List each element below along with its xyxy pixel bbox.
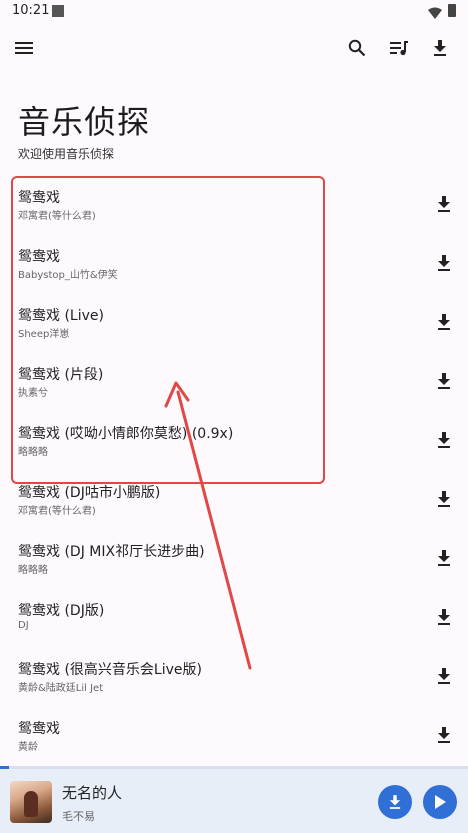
song-list: 鸳鸯戏 邓寓君(等什么君) 鸳鸯戏 Babystop_山竹&伊笑 鸳鸯戏 (Li… — [0, 175, 468, 765]
download-icon[interactable] — [434, 665, 454, 687]
player-download-button[interactable] — [378, 785, 412, 819]
song-title: 鸳鸯戏 (DJ咕市小鹏版) — [18, 485, 161, 501]
song-title: 鸳鸯戏 (DJ版) — [18, 603, 105, 619]
status-bar: 10:21 — [0, 0, 468, 24]
mini-player[interactable]: 无名的人 毛不易 — [0, 766, 468, 833]
song-item[interactable]: 鸳鸯戏 (DJ MIX祁厅长进步曲) 略略略 — [0, 529, 468, 588]
song-item[interactable]: 鸳鸯戏 (很高兴音乐会Live版) 黄龄&陆政廷Lil Jet — [0, 647, 468, 706]
song-title: 鸳鸯戏 (很高兴音乐会Live版) — [18, 662, 202, 678]
now-playing-artist: 毛不易 — [62, 810, 95, 823]
download-icon[interactable] — [434, 370, 454, 392]
song-artist: 邓寓君(等什么君) — [18, 211, 96, 222]
wifi-icon — [428, 4, 442, 23]
song-artist: DJ — [18, 620, 29, 631]
battery-icon — [448, 4, 456, 17]
page-subtitle: 欢迎使用音乐侦探 — [18, 147, 115, 161]
song-item[interactable]: 鸳鸯戏 黄龄 — [0, 706, 468, 765]
playlist-icon[interactable] — [385, 34, 413, 62]
download-icon[interactable] — [434, 429, 454, 451]
song-title: 鸳鸯戏 (哎呦小情郎你莫愁) (0.9x) — [18, 426, 234, 442]
menu-icon[interactable] — [10, 34, 38, 62]
download-icon — [389, 795, 401, 809]
song-artist: 黄龄&陆政廷Lil Jet — [18, 683, 104, 694]
song-artist: Sheep洋崽 — [18, 329, 70, 340]
song-artist: 略略略 — [18, 447, 48, 458]
song-item[interactable]: 鸳鸯戏 (DJ咕市小鹏版) 邓寓君(等什么君) — [0, 470, 468, 529]
song-artist: 黄龄 — [18, 742, 38, 753]
play-icon — [435, 795, 446, 809]
song-artist: 邓寓君(等什么君) — [18, 506, 96, 517]
status-time: 10:21 — [12, 3, 50, 18]
download-icon[interactable] — [434, 547, 454, 569]
song-title: 鸳鸯戏 (片段) — [18, 367, 104, 383]
search-icon[interactable] — [343, 34, 371, 62]
song-item[interactable]: 鸳鸯戏 (哎呦小情郎你莫愁) (0.9x) 略略略 — [0, 411, 468, 470]
song-item[interactable]: 鸳鸯戏 (片段) 执素兮 — [0, 352, 468, 411]
app-bar — [0, 30, 468, 70]
play-button[interactable] — [423, 785, 457, 819]
song-title: 鸳鸯戏 — [18, 721, 60, 737]
song-artist: Babystop_山竹&伊笑 — [18, 270, 118, 281]
song-item[interactable]: 鸳鸯戏 邓寓君(等什么君) — [0, 175, 468, 234]
playback-progress[interactable] — [0, 766, 468, 769]
song-item[interactable]: 鸳鸯戏 Babystop_山竹&伊笑 — [0, 234, 468, 293]
album-cover — [10, 781, 52, 823]
now-playing-title: 无名的人 — [62, 784, 123, 802]
notification-icon — [52, 5, 64, 17]
download-icon[interactable] — [434, 311, 454, 333]
song-item[interactable]: 鸳鸯戏 (Live) Sheep洋崽 — [0, 293, 468, 352]
page-title: 音乐侦探 — [18, 103, 151, 141]
song-item[interactable]: 鸳鸯戏 (DJ版) DJ — [0, 588, 468, 647]
song-artist: 执素兮 — [18, 388, 48, 399]
download-icon[interactable] — [434, 606, 454, 628]
download-icon[interactable] — [434, 724, 454, 746]
download-icon[interactable] — [434, 488, 454, 510]
song-title: 鸳鸯戏 (Live) — [18, 308, 104, 324]
playback-progress-fill — [0, 766, 10, 769]
song-artist: 略略略 — [18, 565, 48, 576]
download-icon[interactable] — [434, 193, 454, 215]
download-icon[interactable] — [434, 252, 454, 274]
song-title: 鸳鸯戏 — [18, 249, 60, 265]
download-all-icon[interactable] — [426, 34, 454, 62]
song-title: 鸳鸯戏 — [18, 190, 60, 206]
song-title: 鸳鸯戏 (DJ MIX祁厅长进步曲) — [18, 544, 205, 560]
